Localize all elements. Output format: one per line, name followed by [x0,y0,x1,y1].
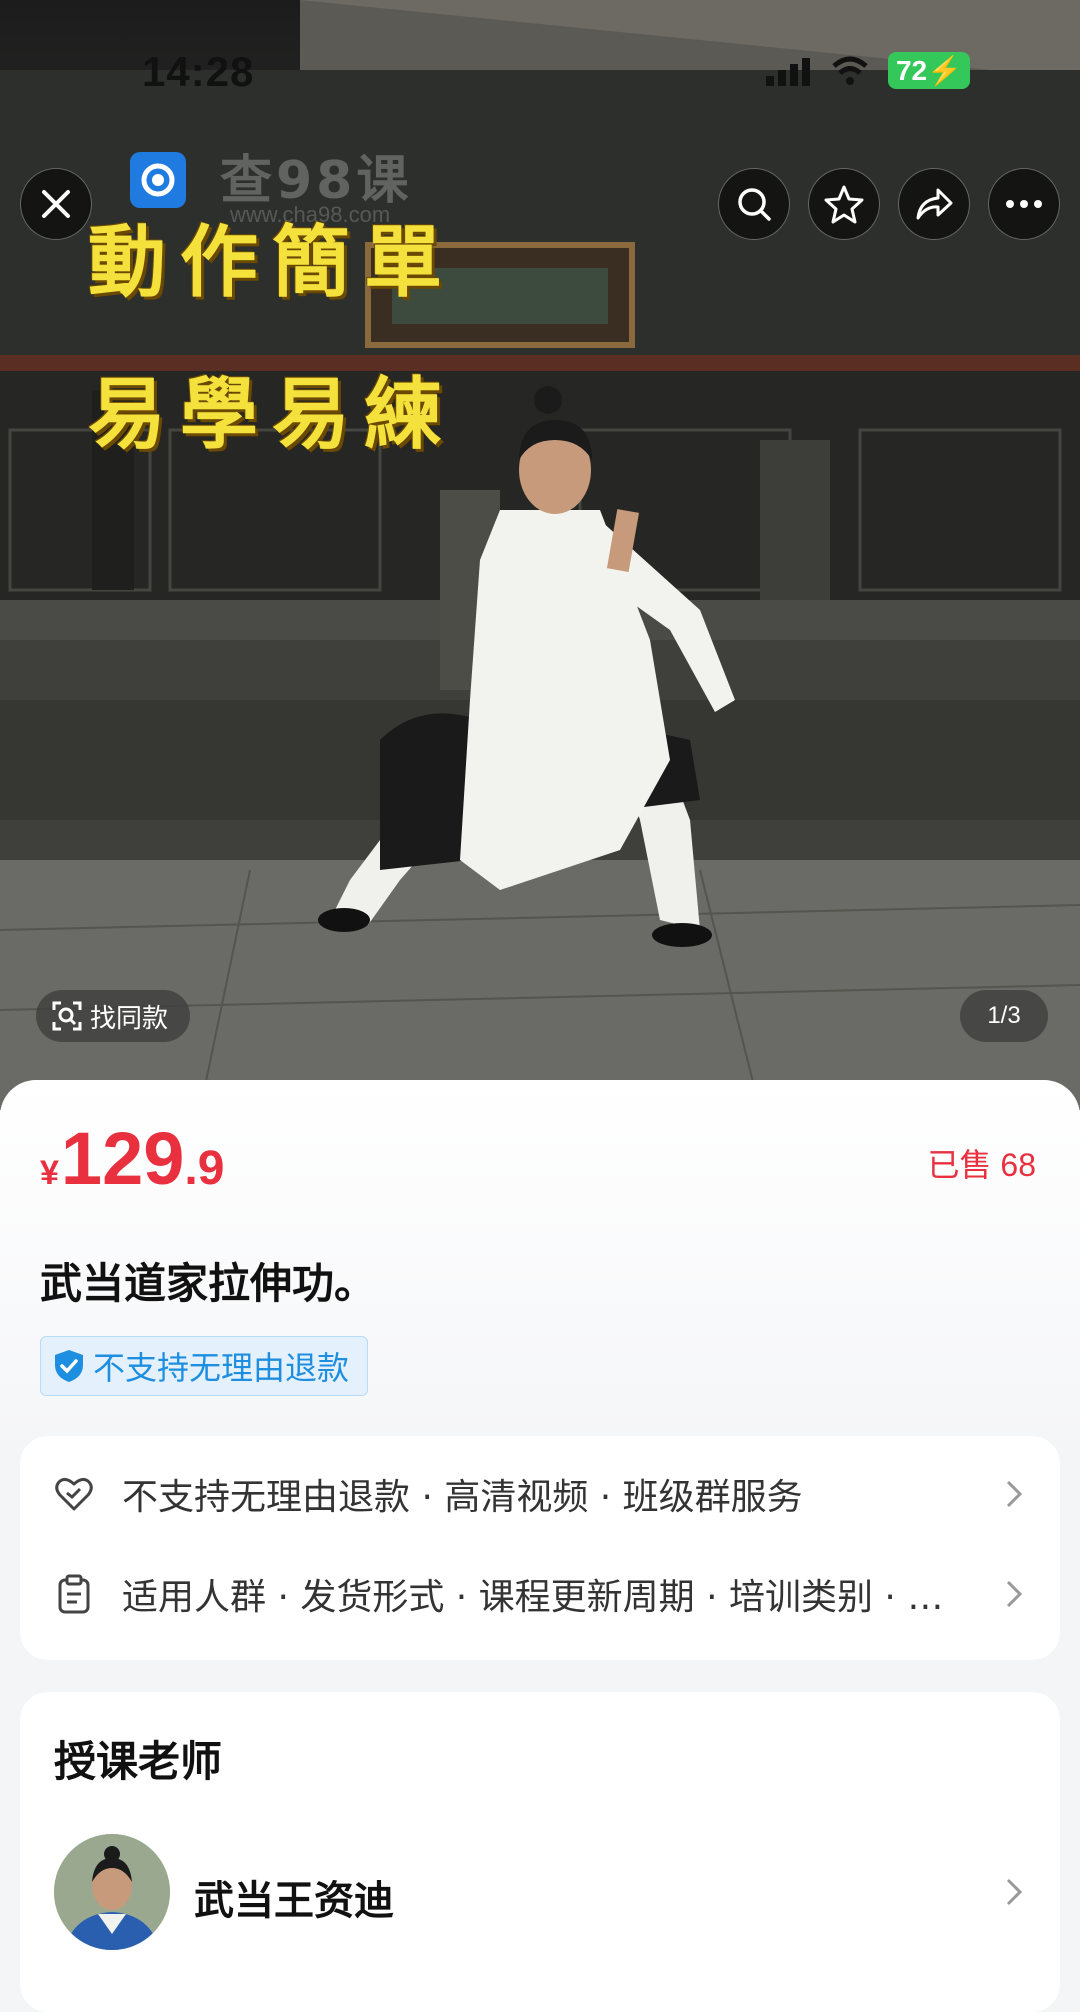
service-card: 不支持无理由退款 · 高清视频 · 班级群服务 适用人群 · 发货形式 · 课程… [20,1436,1060,1660]
course-params-row[interactable]: 适用人群 · 发货形式 · 课程更新周期 · 培训类别 · … [20,1544,1060,1644]
service-guarantee-text: 不支持无理由退款 · 高清视频 · 班级群服务 [122,1477,803,1518]
logo-icon [141,163,175,197]
wifi-icon [832,56,868,85]
sold-label: 已售 [927,1146,992,1184]
heart-icon [55,1477,93,1511]
course-params-text: 适用人群 · 发货形式 · 课程更新周期 · 培训类别 · … [122,1577,942,1618]
product-info-card: ¥ 129 .9 已售 68 武当道家拉伸功。 不支持无理由退款 [0,1080,1080,1440]
price-integer: 129 [60,1117,185,1200]
signal-icon [765,57,810,86]
battery-indicator: 72⚡ [887,52,970,89]
price-decimal: .9 [184,1142,225,1195]
product-image-carousel[interactable]: 14:28 72⚡ 查98课 www.cha98.com 動作簡單 易學易練 找… [0,0,1080,1110]
clipboard-icon [58,1574,90,1614]
refund-badge-label: 不支持无理由退款 [93,1349,350,1387]
teacher-heading: 授课老师 [54,1737,223,1786]
chevron-right-icon[interactable] [1004,1876,1024,1908]
share-icon [916,188,953,220]
more-button[interactable] [988,168,1060,240]
avatar-photo [54,1834,170,1950]
promo-line-2: 易學易練 [88,369,457,460]
teacher-card: 授课老师 武当王资迪 [20,1692,1060,2012]
star-icon [824,185,864,224]
find-same-button[interactable]: 找同款 [36,990,191,1042]
refund-policy-badge[interactable]: 不支持无理由退款 [40,1336,369,1396]
sold-number: 68 [1000,1147,1036,1183]
share-button[interactable] [898,168,970,240]
image-pager: 1/3 [960,990,1048,1042]
close-button[interactable] [20,168,92,240]
find-same-label: 找同款 [90,1003,169,1034]
chevron-right-icon [1006,1580,1023,1608]
promo-line-1: 動作簡單 [88,217,457,308]
status-time: 14:28 [142,48,255,95]
product-title: 武当道家拉伸功。 [40,1259,377,1308]
close-icon [42,190,70,218]
favorite-button[interactable] [808,168,880,240]
search-button[interactable] [718,168,790,240]
status-icons: 72⚡ [764,52,970,89]
price-currency: ¥ [40,1154,59,1192]
service-guarantee-row[interactable]: 不支持无理由退款 · 高清视频 · 班级群服务 [20,1444,1060,1544]
sold-count: 已售 68 [928,1140,1037,1186]
search-icon [738,188,771,221]
price: ¥ 129 .9 [40,1116,224,1201]
teacher-avatar[interactable] [54,1834,170,1950]
more-icon [1006,200,1042,208]
teacher-name[interactable]: 武当王资迪 [194,1868,394,1926]
chevron-right-icon [1006,1480,1023,1508]
scan-icon [52,1001,82,1031]
shield-icon [55,1350,83,1382]
